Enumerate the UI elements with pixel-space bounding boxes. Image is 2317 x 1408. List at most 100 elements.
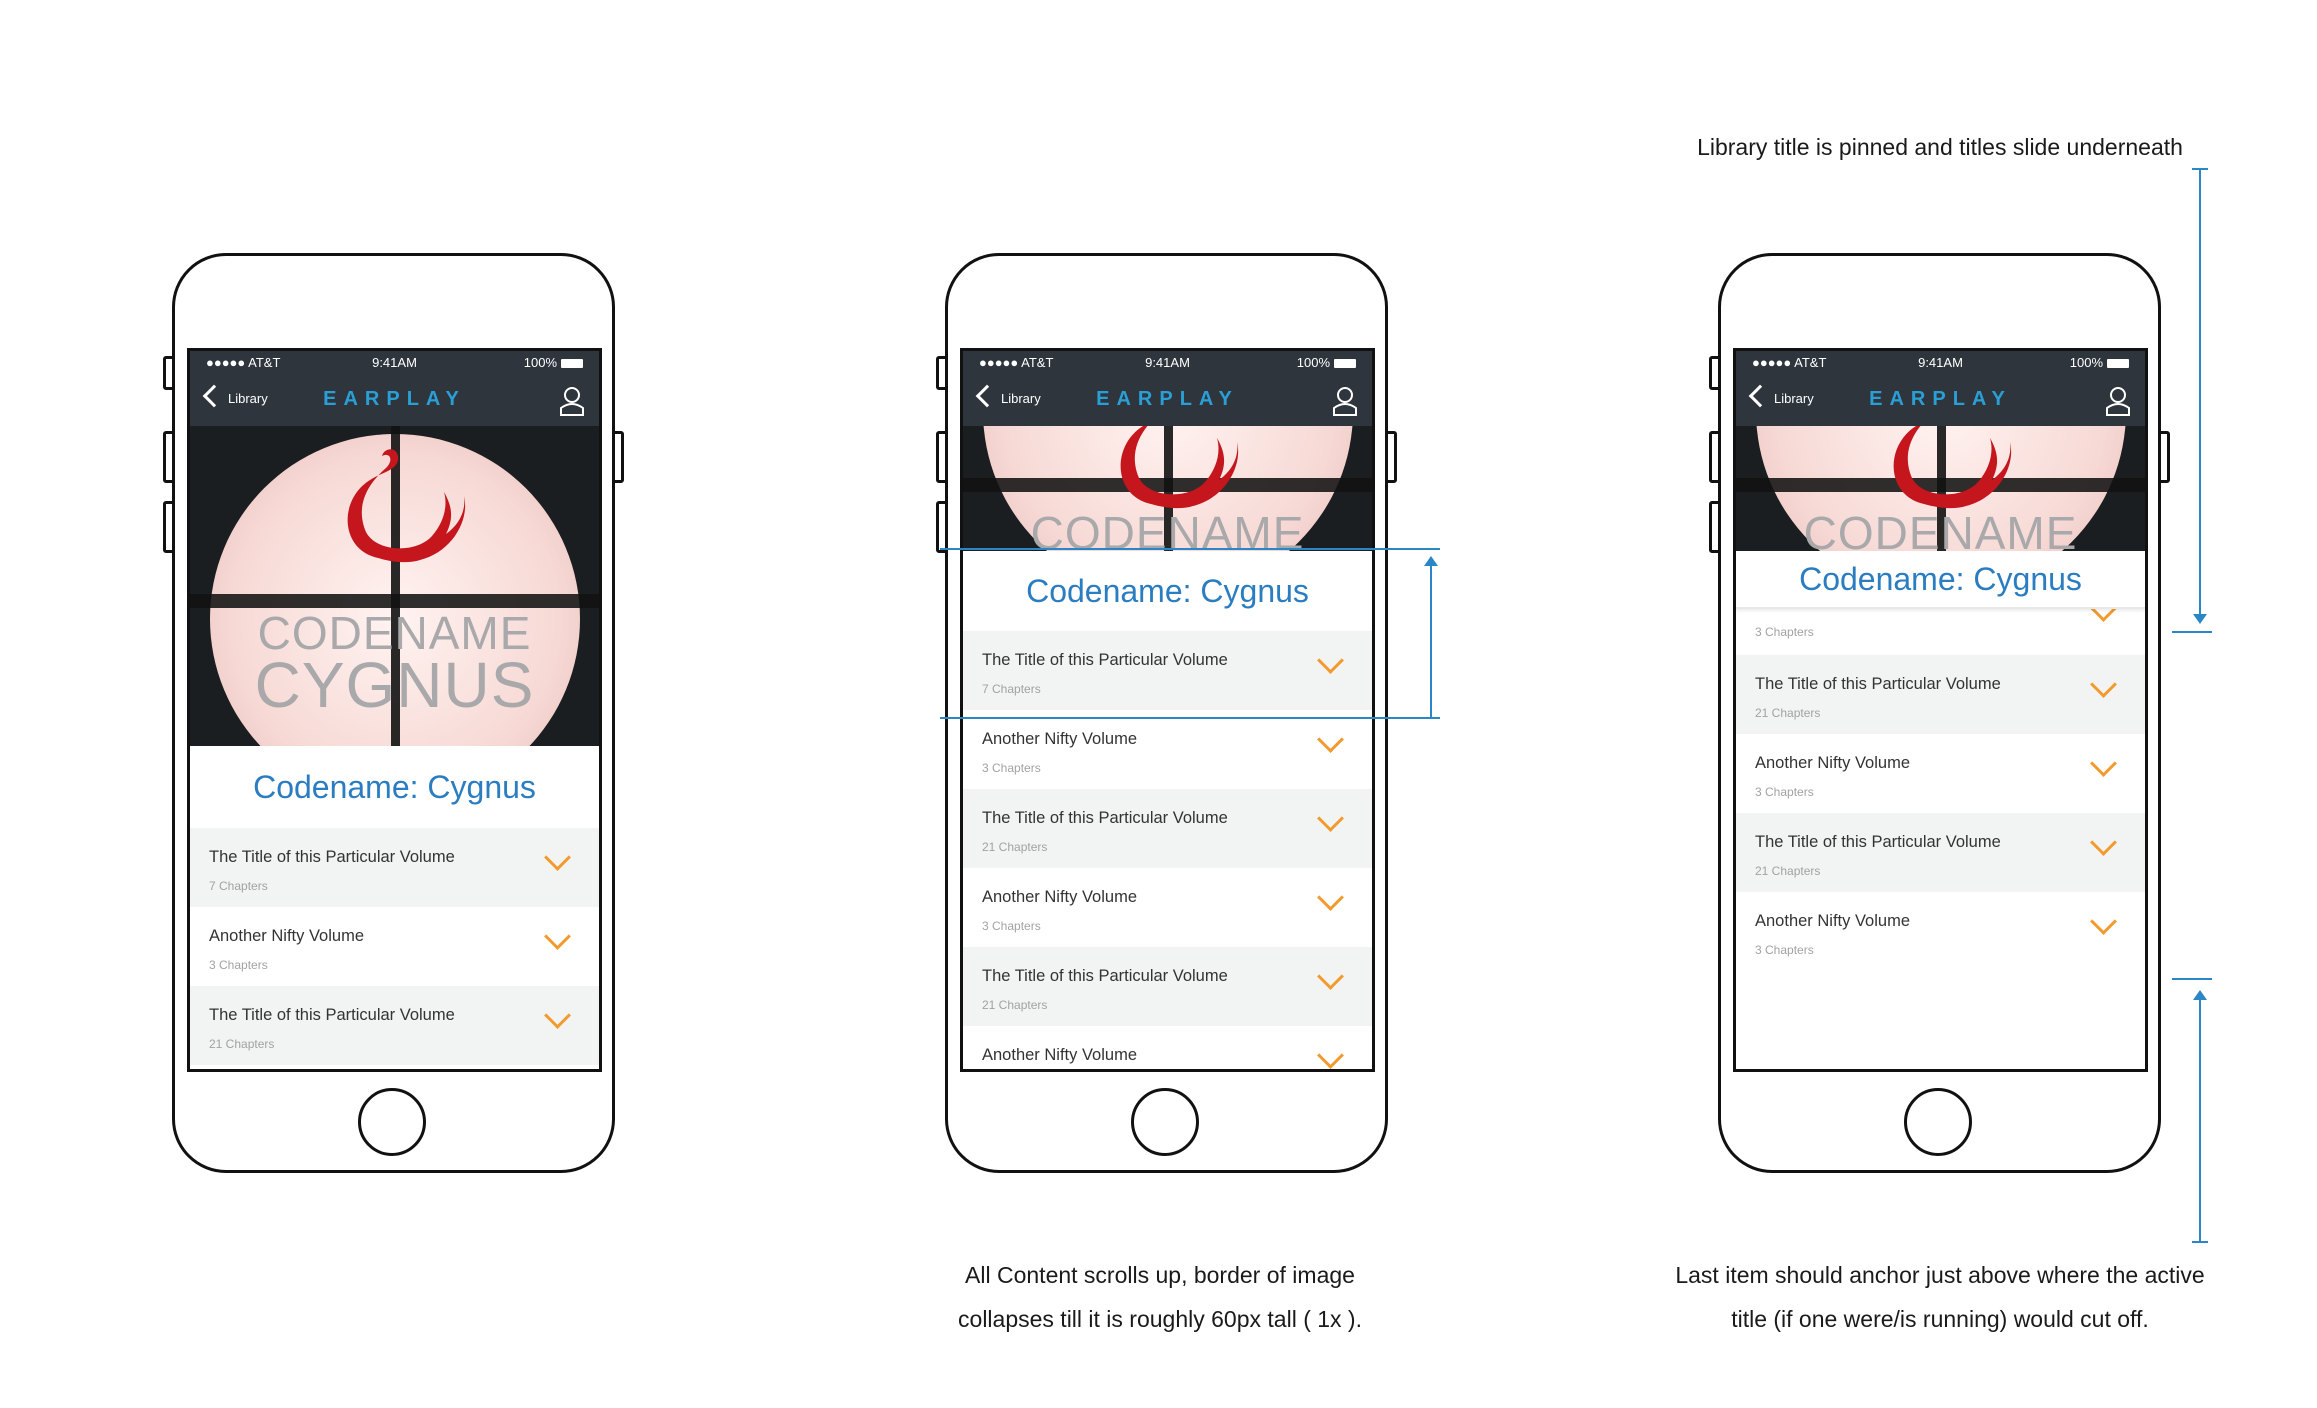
- chapter-count: 21 Chapters: [1755, 706, 1821, 720]
- chevron-down-icon[interactable]: [544, 1002, 571, 1029]
- volume-row[interactable]: The Title of this Particular Volume 7 Ch…: [190, 828, 599, 907]
- earplay-logo: EARPLAY: [323, 388, 466, 410]
- chapter-count: 3 Chapters: [1755, 943, 1814, 957]
- battery-percent: 100%: [1296, 355, 1330, 370]
- cover-line-1: CODENAME: [1803, 507, 2078, 551]
- chapter-count: 7 Chapters: [982, 682, 1041, 696]
- mute-switch: [163, 356, 175, 390]
- volume-row[interactable]: The Title of this Particular Volume 21 C…: [963, 789, 1372, 868]
- volume-row[interactable]: The Title of this Particular Volume 7 Ch…: [963, 631, 1372, 710]
- volume-list: The Title of this Particular Volume 7 Ch…: [963, 631, 1372, 1069]
- volume-title: Another Nifty Volume: [1755, 912, 1910, 930]
- volume-up-button: [1709, 431, 1721, 483]
- user-profile-icon[interactable]: [559, 386, 585, 416]
- volume-row[interactable]: Another Nifty Volume 3 Chapters: [963, 710, 1372, 789]
- cover-art-collapsed: CODENAME: [1736, 426, 2145, 551]
- volume-title: The Title of this Particular Volume: [209, 848, 455, 866]
- volume-title: Another Nifty Volume: [982, 888, 1137, 906]
- volume-row[interactable]: Another Nifty Volume: [963, 1026, 1372, 1069]
- volume-row[interactable]: The Title of this Particular Volume 21 C…: [963, 947, 1372, 1026]
- chevron-down-icon[interactable]: [2090, 908, 2117, 935]
- cover-art-collapsed: CODENAME: [963, 426, 1372, 551]
- phone-screen: ●●●●● AT&T 9:41AM 100% Library EARPLAY C…: [960, 348, 1375, 1072]
- chevron-down-icon[interactable]: [1317, 647, 1344, 674]
- volume-title: The Title of this Particular Volume: [1755, 675, 2001, 693]
- chapter-count: 3 Chapters: [982, 761, 1041, 775]
- chevron-down-icon[interactable]: [1317, 884, 1344, 911]
- annotation-top-guide: [2172, 631, 2212, 633]
- chevron-down-icon[interactable]: [1317, 726, 1344, 753]
- chevron-down-icon[interactable]: [1317, 963, 1344, 990]
- volume-down-button: [936, 501, 948, 553]
- chevron-down-icon[interactable]: [544, 923, 571, 950]
- chapter-count: 21 Chapters: [1755, 864, 1821, 878]
- user-profile-icon[interactable]: [1332, 386, 1358, 416]
- volume-row[interactable]: The Title of this Particular Volume 21 C…: [1736, 655, 2145, 734]
- cover-art: CODENAME CYGNUS: [190, 426, 599, 746]
- battery-percent: 100%: [2069, 355, 2103, 370]
- phone-screen: ●●●●● AT&T 9:41AM 100% Library EARPLAY C…: [187, 348, 602, 1072]
- phone-screen: 3 Chapters The Title of this Particular …: [1733, 348, 2148, 1072]
- volume-title: Another Nifty Volume: [982, 1046, 1137, 1064]
- caption-content-scroll: All Content scrolls up, border of image …: [900, 1253, 1420, 1341]
- volume-title: Another Nifty Volume: [1755, 754, 1910, 772]
- book-title: Codename: Cygnus: [1736, 551, 2145, 609]
- chevron-down-icon[interactable]: [1317, 805, 1344, 832]
- volume-up-button: [936, 431, 948, 483]
- battery-icon: [561, 359, 583, 368]
- volume-title: The Title of this Particular Volume: [209, 1006, 455, 1024]
- chapter-count: 21 Chapters: [209, 1037, 275, 1051]
- caption-last-item-anchor: Last item should anchor just above where…: [1640, 1253, 2240, 1341]
- battery-indicator: 100%: [524, 355, 583, 370]
- chevron-down-icon[interactable]: [2090, 750, 2117, 777]
- earplay-logo: EARPLAY: [1869, 388, 2012, 410]
- annotation-top-dimension-line: [2199, 168, 2201, 618]
- status-bar: ●●●●● AT&T 9:41AM 100%: [963, 351, 1372, 374]
- battery-indicator: 100%: [2070, 355, 2129, 370]
- volume-title: Another Nifty Volume: [982, 730, 1137, 748]
- battery-indicator: 100%: [1297, 355, 1356, 370]
- chevron-down-icon[interactable]: [2090, 671, 2117, 698]
- volume-title: The Title of this Particular Volume: [982, 967, 1228, 985]
- phone-mockup-1: ●●●●● AT&T 9:41AM 100% Library EARPLAY C…: [163, 253, 624, 1173]
- earplay-logo: EARPLAY: [1096, 388, 1239, 410]
- nav-bar: Library EARPLAY: [1736, 374, 2145, 426]
- swan-icon: [347, 449, 466, 563]
- chapter-count: 21 Chapters: [982, 840, 1048, 854]
- power-button: [1385, 431, 1397, 483]
- phone-mockup-3: 3 Chapters The Title of this Particular …: [1709, 253, 2170, 1173]
- nav-bar: Library EARPLAY: [190, 374, 599, 426]
- volume-row[interactable]: Another Nifty Volume 3 Chapters: [190, 907, 599, 986]
- cover-line-2: CYGNUS: [254, 649, 535, 721]
- user-profile-icon[interactable]: [2105, 386, 2131, 416]
- power-button: [612, 431, 624, 483]
- volume-down-button: [163, 501, 175, 553]
- chevron-down-icon[interactable]: [1317, 1042, 1344, 1069]
- caption-pinned-title: Library title is pinned and titles slide…: [1697, 134, 2183, 160]
- volume-row-partial[interactable]: 3 Chapters: [1736, 595, 2145, 655]
- chevron-down-icon[interactable]: [2090, 829, 2117, 856]
- volume-up-button: [163, 431, 175, 483]
- power-button: [2158, 431, 2170, 483]
- volume-down-button: [1709, 501, 1721, 553]
- volume-title: The Title of this Particular Volume: [1755, 833, 2001, 851]
- caption-line: All Content scrolls up, border of image: [965, 1262, 1355, 1288]
- volume-row[interactable]: Another Nifty Volume 3 Chapters: [1736, 734, 2145, 813]
- caption-line: collapses till it is roughly 60px tall (…: [958, 1306, 1362, 1332]
- battery-icon: [1334, 359, 1356, 368]
- home-button: [358, 1088, 426, 1156]
- volume-row[interactable]: Another Nifty Volume 3 Chapters: [1736, 892, 2145, 971]
- annotation-bottom-guide: [2172, 978, 2212, 980]
- phone-mockup-2: ●●●●● AT&T 9:41AM 100% Library EARPLAY C…: [936, 253, 1397, 1173]
- chapter-count: 3 Chapters: [982, 919, 1041, 933]
- volume-row[interactable]: The Title of this Particular Volume 21 C…: [190, 986, 599, 1065]
- chapter-count: 3 Chapters: [1755, 625, 1814, 639]
- annotation-dimension-line: [1430, 565, 1432, 718]
- volume-row[interactable]: Another Nifty Volume 3 Chapters: [963, 868, 1372, 947]
- status-bar: ●●●●● AT&T 9:41AM 100%: [190, 351, 599, 374]
- chapter-count: 3 Chapters: [1755, 785, 1814, 799]
- annotation-bottom-dimension-line: [2199, 998, 2201, 1243]
- volume-list: The Title of this Particular Volume 7 Ch…: [190, 828, 599, 1065]
- volume-row[interactable]: The Title of this Particular Volume 21 C…: [1736, 813, 2145, 892]
- chevron-down-icon[interactable]: [544, 844, 571, 871]
